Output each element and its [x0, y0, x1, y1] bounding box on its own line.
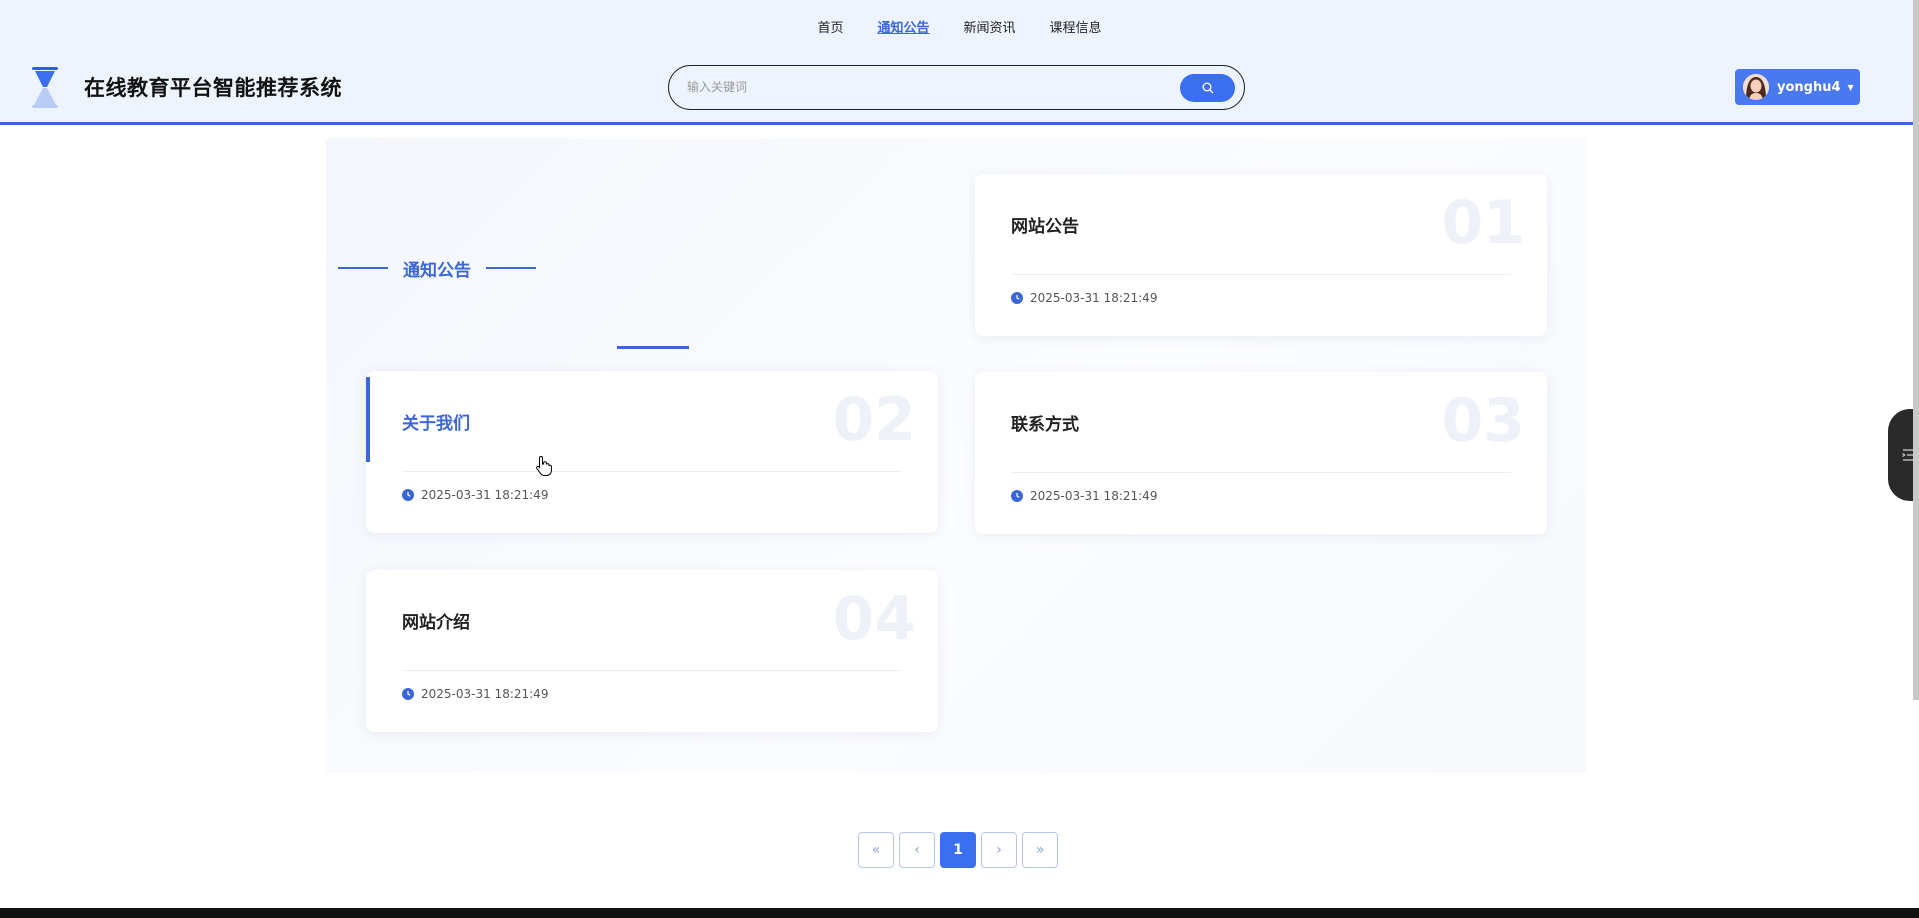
card-title: 联系方式 — [1011, 415, 1079, 435]
current-page-button[interactable]: 1 — [940, 832, 976, 868]
first-page-button[interactable]: « — [858, 832, 894, 868]
clock-icon — [1011, 292, 1023, 304]
hand-cursor-icon — [535, 455, 553, 481]
card-divider — [402, 670, 902, 671]
card-number: 03 — [1441, 386, 1526, 456]
section-title-text: 通知公告 — [403, 260, 471, 281]
search-icon — [1202, 82, 1213, 94]
section-title: 通知公告 — [338, 256, 538, 281]
prev-page-button[interactable]: ‹ — [899, 832, 935, 868]
avatar — [1743, 74, 1769, 100]
card-date-text: 2025-03-31 18:21:49 — [421, 488, 549, 502]
card-number: 01 — [1441, 188, 1526, 258]
card-date: 2025-03-31 18:21:49 — [1011, 291, 1157, 305]
card-divider — [1011, 472, 1511, 473]
notice-card[interactable]: 01 网站公告 2025-03-31 18:21:49 — [975, 174, 1547, 336]
search-input[interactable] — [687, 74, 1157, 100]
search-box — [668, 65, 1245, 110]
last-page-button[interactable]: » — [1022, 832, 1058, 868]
card-date: 2025-03-31 18:21:49 — [402, 687, 548, 701]
search-button[interactable] — [1180, 74, 1235, 102]
title-line-right — [486, 267, 536, 269]
card-date-text: 2025-03-31 18:21:49 — [1030, 291, 1158, 305]
nav-home[interactable]: 首页 — [817, 19, 843, 39]
scrollbar[interactable] — [1913, 0, 1919, 700]
hourglass-logo-icon — [28, 65, 62, 110]
header: 首页 通知公告 新闻资讯 课程信息 在线教育平台智能推荐系统 输入关键词 yon… — [0, 0, 1919, 125]
card-divider — [402, 471, 902, 472]
pagination: « ‹ 1 › » — [858, 832, 1058, 868]
title-line-left — [338, 267, 388, 269]
next-page-button[interactable]: › — [981, 832, 1017, 868]
card-number: 02 — [832, 385, 917, 455]
footer-bar — [0, 908, 1919, 918]
top-nav: 首页 通知公告 新闻资讯 课程信息 — [0, 19, 1919, 39]
nav-news[interactable]: 新闻资讯 — [964, 19, 1016, 39]
notice-card[interactable]: 02 关于我们 2025-03-31 18:21:49 — [366, 371, 938, 533]
notice-card[interactable]: 03 联系方式 2025-03-31 18:21:49 — [975, 372, 1547, 534]
notice-card[interactable]: 04 网站介绍 2025-03-31 18:21:49 — [366, 570, 938, 732]
clock-icon — [402, 688, 414, 700]
card-title: 网站介绍 — [402, 613, 470, 633]
user-menu-button[interactable]: yonghu4 ▼ — [1735, 69, 1860, 105]
card-title: 网站公告 — [1011, 217, 1079, 237]
card-date-text: 2025-03-31 18:21:49 — [421, 687, 549, 701]
username: yonghu4 — [1777, 79, 1841, 95]
clock-icon — [1011, 490, 1023, 502]
nav-notices[interactable]: 通知公告 — [877, 19, 929, 39]
card-number: 04 — [832, 584, 917, 654]
caret-down-icon: ▼ — [1847, 82, 1854, 92]
card-date: 2025-03-31 18:21:49 — [1011, 489, 1157, 503]
card-title: 关于我们 — [402, 414, 470, 434]
site-title: 在线教育平台智能推荐系统 — [84, 76, 342, 100]
clock-icon — [402, 489, 414, 501]
card-date: 2025-03-31 18:21:49 — [402, 488, 548, 502]
accent-bar — [617, 346, 689, 349]
nav-courses[interactable]: 课程信息 — [1050, 19, 1102, 39]
card-date-text: 2025-03-31 18:21:49 — [1030, 489, 1158, 503]
card-divider — [1011, 274, 1511, 275]
